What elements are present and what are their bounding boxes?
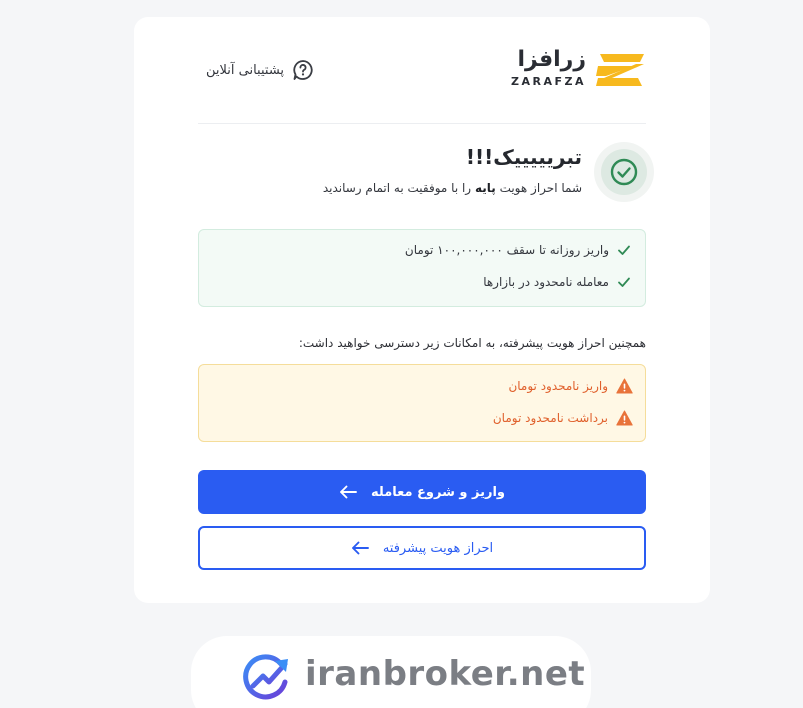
subtitle-level: پایه: [474, 181, 496, 195]
advanced-feature-item: برداشت نامحدود تومان: [493, 410, 633, 426]
arrow-left-icon: [351, 541, 369, 555]
warning-icon: [616, 378, 633, 394]
advanced-kyc-button[interactable]: احراز هویت پیشرفته: [198, 526, 646, 570]
zarafza-logo-mark: [596, 54, 644, 86]
check-icon: [618, 277, 630, 287]
check-circle-icon: [594, 142, 654, 202]
iranbroker-watermark: iranbroker.net: [191, 636, 591, 708]
secondary-button-label: احراز هویت پیشرفته: [382, 540, 494, 556]
primary-button-label: واریز و شروع معامله: [371, 484, 505, 500]
card-header: زرافزا ZARAFZA پشتیبانی آنلاین: [198, 47, 646, 94]
feature-label: معامله نامحدود در بازارها: [483, 275, 609, 289]
logo-text-en: ZARAFZA: [511, 75, 586, 88]
arrow-left-icon: [340, 485, 357, 499]
basic-features-box: واریز روزانه تا سقف ۱۰۰,۰۰۰,۰۰۰ تومان مع…: [198, 229, 646, 307]
subtitle-part: را با موفقیت به اتمام رساندید: [322, 181, 472, 195]
zarafza-logo[interactable]: زرافزا ZARAFZA: [506, 47, 646, 94]
feature-item: معامله نامحدود در بازارها: [483, 275, 631, 289]
advanced-feature-item: واریز نامحدود تومان: [508, 378, 633, 394]
logo-text-fa: زرافزا: [517, 47, 586, 72]
subtitle-part: شما احراز هویت: [499, 181, 582, 195]
online-support-link[interactable]: پشتیبانی آنلاین: [206, 59, 314, 81]
watermark-text: iranbroker.net: [305, 654, 586, 694]
advanced-feature-label: برداشت نامحدود تومان: [492, 411, 608, 425]
success-subtitle: شما احراز هویت پایه را با موفقیت به اتما…: [323, 181, 582, 195]
advanced-features-box: واریز نامحدود تومان برداشت نامحدود تومان: [198, 364, 646, 442]
warning-icon: [616, 410, 633, 426]
header-divider: [198, 123, 646, 124]
kyc-success-card: زرافزا ZARAFZA پشتیبانی آنلاین تبریییییک…: [134, 17, 710, 603]
support-label: پشتیبانی آنلاین: [206, 62, 285, 78]
success-message: تبریییییک!!! شما احراز هویت پایه را با م…: [198, 141, 654, 203]
deposit-start-trading-button[interactable]: واریز و شروع معامله: [198, 470, 646, 514]
advanced-kyc-heading: همچنین احراز هویت پیشرفته، به امکانات زی…: [298, 336, 646, 350]
chart-growth-icon: [243, 654, 288, 700]
advanced-feature-label: واریز نامحدود تومان: [508, 379, 608, 393]
feature-item: واریز روزانه تا سقف ۱۰۰,۰۰۰,۰۰۰ تومان: [405, 243, 631, 257]
check-icon: [618, 245, 630, 255]
question-bubble-icon: [293, 60, 313, 80]
feature-label: واریز روزانه تا سقف ۱۰۰,۰۰۰,۰۰۰ تومان: [404, 243, 609, 257]
success-title: تبریییییک!!!: [465, 145, 582, 169]
